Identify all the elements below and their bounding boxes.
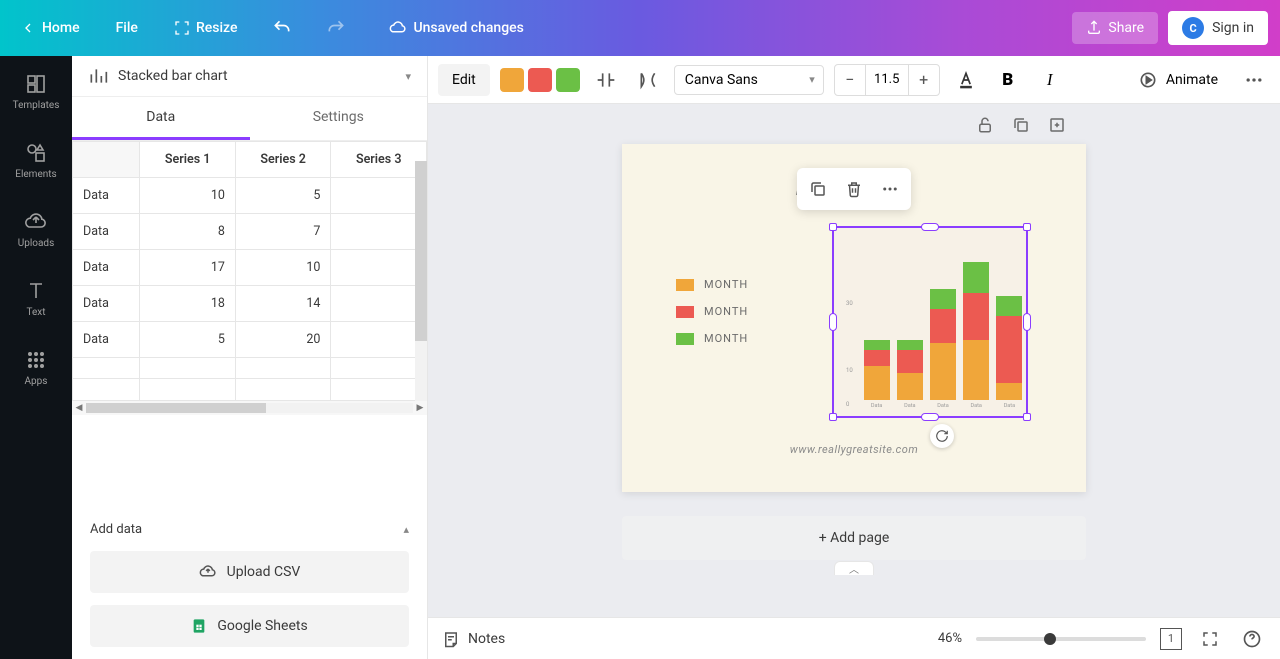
tab-data[interactable]: Data <box>72 97 250 140</box>
table-row[interactable] <box>73 379 427 401</box>
scroll-thumb-h[interactable] <box>86 403 266 413</box>
table-row[interactable]: Data87 <box>73 214 427 250</box>
chart-legend: MONTH MONTH MONTH <box>676 278 748 345</box>
color-swatches <box>500 68 580 92</box>
bold-icon[interactable]: B <box>992 64 1024 96</box>
google-sheets-button[interactable]: Google Sheets <box>90 605 409 647</box>
resize-handle[interactable] <box>921 413 939 421</box>
scroll-thumb[interactable] <box>415 161 427 341</box>
size-value[interactable]: 11.5 <box>865 65 909 95</box>
legend-item: MONTH <box>676 332 748 345</box>
duplicate-element-icon[interactable] <box>801 172 835 206</box>
table-header-row: Series 1 Series 2 Series 3 <box>73 142 427 178</box>
page-footer[interactable]: www.reallygreatsite.com <box>622 443 1086 456</box>
size-increase[interactable]: + <box>909 65 939 95</box>
side-panel: Stacked bar chart ▾ Data Settings Series… <box>72 56 428 659</box>
nav-elements[interactable]: Elements <box>0 135 72 186</box>
nav-apps[interactable]: Apps <box>0 342 72 393</box>
collapse-panel-icon[interactable]: ︿ <box>834 561 874 575</box>
scroll-right-arrow[interactable]: ▶ <box>413 401 427 415</box>
help-icon[interactable] <box>1238 625 1266 653</box>
redo-button[interactable] <box>319 11 353 45</box>
home-button[interactable]: Home <box>12 14 88 42</box>
edit-button[interactable]: Edit <box>438 64 490 96</box>
share-button[interactable]: Share <box>1072 12 1158 44</box>
nav-templates[interactable]: Templates <box>0 66 72 117</box>
font-size-stepper: − 11.5 + <box>834 64 940 96</box>
italic-icon[interactable]: I <box>1034 64 1066 96</box>
swatch-series3[interactable] <box>556 68 580 92</box>
signin-button[interactable]: C Sign in <box>1168 11 1268 45</box>
swatch-series1[interactable] <box>500 68 524 92</box>
table-corner <box>73 142 140 178</box>
table-row[interactable]: Data520 <box>73 322 427 358</box>
topbar: Home File Resize Unsaved changes Share C… <box>0 0 1280 56</box>
left-nav: Templates Elements Uploads Text Apps <box>0 56 72 659</box>
chart-element[interactable]: 01030DataDataDataDataData <box>832 226 1028 418</box>
file-menu[interactable]: File <box>108 14 146 42</box>
chart-type-selector[interactable]: Stacked bar chart ▾ <box>72 56 427 97</box>
page-number-icon[interactable]: 1 <box>1160 628 1182 650</box>
home-label: Home <box>42 20 80 36</box>
zoom-slider[interactable] <box>976 637 1146 641</box>
table-row[interactable] <box>73 358 427 379</box>
upload-csv-button[interactable]: Upload CSV <box>90 551 409 593</box>
table-row[interactable]: Data1814 <box>73 286 427 322</box>
chevron-up-icon: ▴ <box>403 523 409 536</box>
col-header[interactable]: Series 3 <box>331 142 427 178</box>
element-more-icon[interactable] <box>873 172 907 206</box>
save-status: Unsaved changes <box>381 13 531 43</box>
chevron-down-icon: ▾ <box>405 70 411 83</box>
duplicate-page-icon[interactable] <box>1010 114 1032 136</box>
table-row[interactable]: Data1710 <box>73 250 427 286</box>
nav-uploads[interactable]: Uploads <box>0 204 72 255</box>
canvas-area: Edit Canva Sans − 11.5 + B I Animate <box>428 56 1280 659</box>
delete-element-icon[interactable] <box>837 172 871 206</box>
resize-handle[interactable] <box>1023 223 1031 231</box>
lock-icon[interactable] <box>974 114 996 136</box>
add-data-toggle[interactable]: Add data ▴ <box>72 508 427 551</box>
context-toolbar: Edit Canva Sans − 11.5 + B I Animate <box>428 56 1280 104</box>
nav-text[interactable]: Text <box>0 273 72 324</box>
more-icon[interactable] <box>1238 64 1270 96</box>
resize-handle[interactable] <box>1023 313 1031 331</box>
legend-item: MONTH <box>676 305 748 318</box>
bottom-bar: Notes 46% 1 <box>428 617 1280 659</box>
notes-button[interactable]: Notes <box>442 630 505 648</box>
col-header[interactable]: Series 1 <box>140 142 236 178</box>
flip-icon[interactable] <box>590 64 622 96</box>
size-decrease[interactable]: − <box>835 65 865 95</box>
zoom-slider-thumb[interactable] <box>1044 633 1056 645</box>
resize-handle[interactable] <box>921 223 939 231</box>
swatch-series2[interactable] <box>528 68 552 92</box>
zoom-value[interactable]: 46% <box>938 631 962 646</box>
fullscreen-icon[interactable] <box>1196 625 1224 653</box>
resize-handle[interactable] <box>829 313 837 331</box>
canvas-page[interactable]: BAR CHART MONTH MONTH MONTH <box>622 144 1086 492</box>
data-table[interactable]: Series 1 Series 2 Series 3 Data105 Data8… <box>72 141 427 401</box>
scroll-left-arrow[interactable]: ◀ <box>72 401 86 415</box>
resize-handle[interactable] <box>1023 413 1031 421</box>
element-floating-toolbar <box>797 168 911 210</box>
add-page-above-icon[interactable] <box>1046 114 1068 136</box>
col-header[interactable]: Series 2 <box>235 142 331 178</box>
add-page-button[interactable]: + Add page <box>622 516 1086 560</box>
resize-handle[interactable] <box>829 223 837 231</box>
chart-bars: 01030DataDataDataDataData <box>848 236 1022 400</box>
tab-settings[interactable]: Settings <box>250 97 428 140</box>
font-selector[interactable]: Canva Sans <box>674 65 824 95</box>
resize-handle[interactable] <box>829 413 837 421</box>
table-scroll-vertical[interactable] <box>415 161 427 401</box>
animate-button[interactable]: Animate <box>1128 64 1228 96</box>
resize-button[interactable]: Resize <box>166 14 246 42</box>
table-scroll-horizontal[interactable]: ◀ ▶ <box>72 401 427 415</box>
undo-button[interactable] <box>265 11 299 45</box>
legend-item: MONTH <box>676 278 748 291</box>
text-color-icon[interactable] <box>950 64 982 96</box>
avatar: C <box>1182 17 1204 39</box>
spacing-icon[interactable] <box>632 64 664 96</box>
table-row[interactable]: Data105 <box>73 178 427 214</box>
canvas-zone[interactable]: BAR CHART MONTH MONTH MONTH <box>428 104 1280 617</box>
